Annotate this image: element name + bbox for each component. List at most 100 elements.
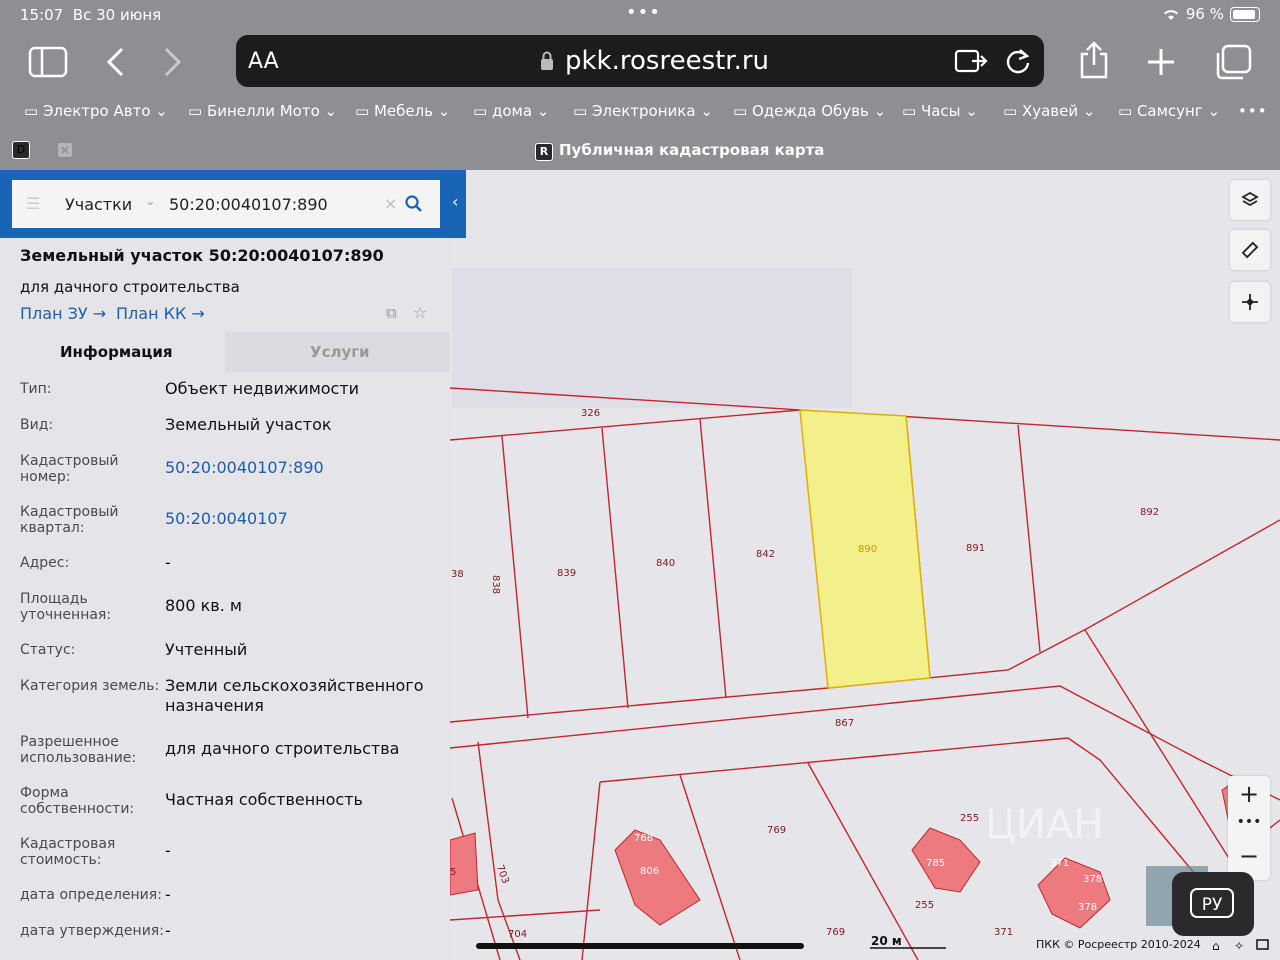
cadastral-map[interactable]: ЦИАН 326 38 838 839 840 842 890 891 892 … [450,170,1280,960]
parcel-label: 892 [1140,507,1159,518]
search-bar-container: ☰ Участки ⌄ 50:20:0040107:890 × ‹ [0,170,466,238]
parcel-label: 371 [994,927,1013,938]
field-value: - [165,841,171,860]
info-panel: ☰ Участки ⌄ 50:20:0040107:890 × ‹ Земель… [0,170,466,960]
tab-favicon[interactable]: D [12,141,30,159]
status-bar: 15:07 Вс 30 июня ••• 96 % [0,0,1280,30]
field-value: - [165,921,171,940]
language-button[interactable]: РУ [1172,872,1254,936]
more-bookmarks-icon[interactable]: ••• [1238,102,1268,120]
parcel-label: 255 [960,813,979,824]
tab-services[interactable]: Услуги [225,332,450,372]
object-subtitle: для дачного строительства [20,278,240,296]
layers-button[interactable] [1230,180,1270,220]
status-time: 15:07 Вс 30 июня [20,6,162,24]
field-label: Статус: [20,642,76,658]
address-bar[interactable]: AA pkk.rosreestr.ru [236,35,1044,87]
url-text: pkk.rosreestr.ru [565,46,770,76]
collapse-panel-button[interactable]: ‹ [450,170,466,238]
field-value: - [165,885,171,904]
favorite-star-icon[interactable]: ☆ [413,303,427,322]
parcel-label: 38 [451,569,464,580]
tab-favicon: R [535,143,553,161]
search-box: ☰ Участки ⌄ 50:20:0040107:890 × [12,180,440,228]
tabs-overview-icon[interactable] [1214,44,1252,80]
watermark: ЦИАН [985,802,1103,848]
clear-icon[interactable]: × [384,194,397,213]
ruler-icon [1241,241,1259,259]
bookmark-folder[interactable]: ▭ Мебель ⌄ [355,102,450,120]
map-copyright: ПКК © Росреестр 2010-2024 [1036,938,1201,951]
field-label: Кадастровый номер: [20,453,119,485]
plan-kk-link[interactable]: План КК → [116,304,205,323]
search-icon[interactable] [405,195,423,213]
bookmark-folder[interactable]: ▭ Бинелли Мото ⌄ [188,102,337,120]
bookmark-folder[interactable]: ▭ Электро Авто ⌄ [24,102,168,120]
zoom-out-icon[interactable]: − [1228,842,1270,870]
chevron-down-icon[interactable]: ⌄ [145,194,156,209]
parcel-label: 326 [581,408,600,419]
bookmark-folder[interactable]: ▭ дома ⌄ [473,102,549,120]
field-label: Форма собственности: [20,785,135,817]
back-icon[interactable] [104,46,126,78]
parcel-label: 785 [926,858,945,869]
close-tab-icon[interactable] [58,143,72,157]
field-value: - [165,553,171,572]
zoom-to-object-icon[interactable]: ⧉ [386,304,397,322]
battery-percent: 96 % [1185,5,1224,23]
field-value: Земли сельскохозяйственного назначения [165,676,424,715]
field-value: Объект недвижимости [165,379,360,398]
layers-icon [1241,191,1259,207]
parcel-label: 842 [756,549,775,560]
bookmark-folder[interactable]: ▭ Часы ⌄ [902,102,978,120]
cadastral-quarter-link[interactable]: 50:20:0040107 [165,509,288,529]
bookmark-folder[interactable]: ▭ Электроника ⌄ [573,102,713,120]
field-label: Тип: [20,381,52,397]
plan-zu-link[interactable]: План ЗУ → [20,304,106,323]
reader-icon[interactable] [954,47,988,75]
crosshair-icon [1242,294,1258,310]
object-title: Земельный участок 50:20:0040107:890 [20,246,384,265]
forward-icon[interactable] [162,46,184,78]
search-input[interactable]: 50:20:0040107:890 [169,195,328,214]
locate-icon: ✧ [1234,939,1244,953]
parcel-label: 371 [1050,858,1069,869]
multitask-dots[interactable]: ••• [626,2,661,23]
parcel-label: 867 [835,718,854,729]
tab-info[interactable]: Информация [0,332,225,372]
sidebar-icon[interactable] [28,46,68,78]
parcel-label: 769 [767,825,786,836]
field-label: дата определения: [20,887,162,903]
cadastral-number-link[interactable]: 50:20:0040107:890 [165,458,324,478]
parcel-label: 768 [634,833,653,844]
tab-services-label: Услуги [310,343,370,361]
field-value: для дачного строительства [165,739,400,758]
bookmark-folder[interactable]: ▭ Самсунг ⌄ [1118,102,1220,120]
tab-info-label: Информация [60,343,173,361]
menu-icon[interactable]: ☰ [26,194,40,213]
chevron-left-icon: ‹ [452,192,459,211]
parcel-label: 840 [656,558,675,569]
parcel-label: 378 [1083,874,1102,885]
parcel-label: 255 [915,900,934,911]
parcel-label: 838 [490,575,501,594]
tab-bar: D R Публичная кадастровая карта [0,130,1280,170]
field-value: Земельный участок [165,415,332,434]
parcel-label: 890 [858,544,877,555]
coordinates-button[interactable] [1230,282,1270,322]
bookmarks-bar: ▭ Электро Авто ⌄ ▭ Бинелли Мото ⌄ ▭ Мебе… [0,94,1280,130]
new-tab-icon[interactable] [1146,47,1176,77]
field-label: Адрес: [20,555,70,571]
zoom-in-icon[interactable]: + [1228,780,1270,808]
parcel-label: 839 [557,568,576,579]
text-size-button[interactable]: AA [248,49,279,74]
bookmark-folder[interactable]: ▭ Одежда Обувь ⌄ [733,102,886,120]
measure-button[interactable] [1230,230,1270,270]
share-icon[interactable] [1078,40,1110,80]
bookmark-folder[interactable]: ▭ Хуавей ⌄ [1003,102,1095,120]
category-select[interactable]: Участки [65,195,132,214]
active-tab[interactable]: R Публичная кадастровая карта [535,141,824,161]
more-options-icon[interactable]: ••• [1228,814,1270,830]
parcel-label: 891 [966,543,985,554]
reload-icon[interactable] [1004,47,1032,75]
